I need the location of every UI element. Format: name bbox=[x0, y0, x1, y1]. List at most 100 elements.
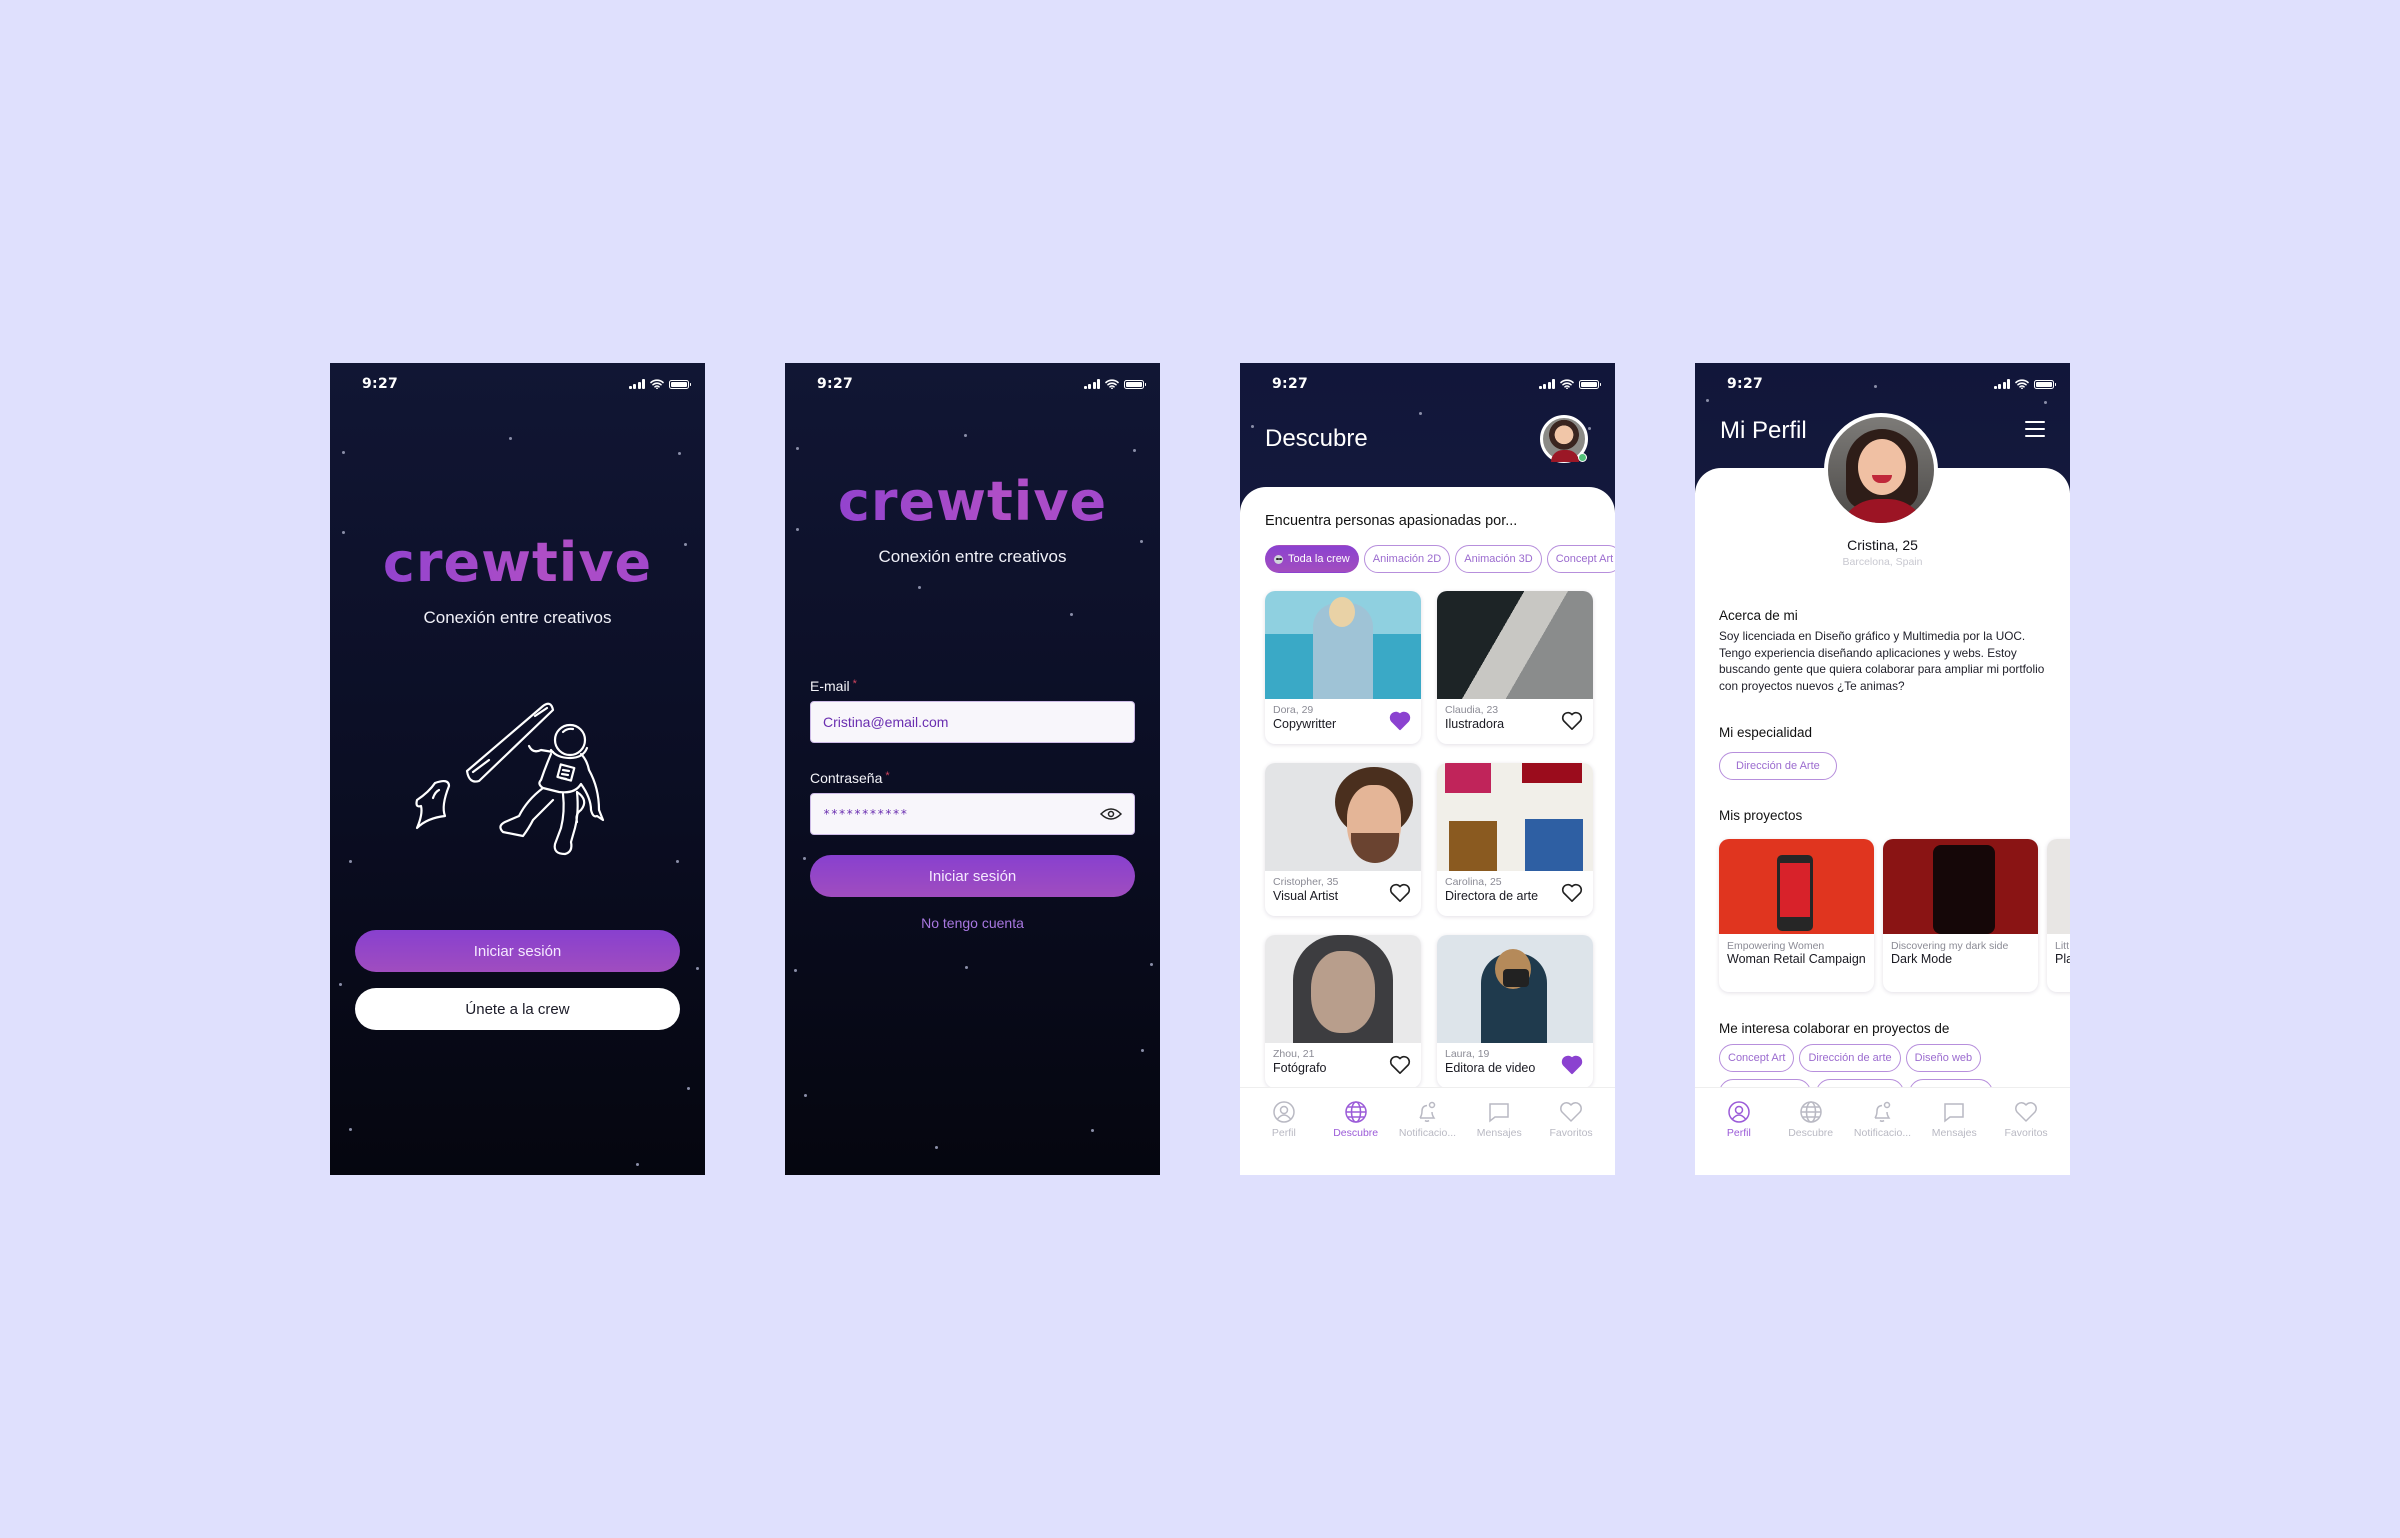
status-bar: 9:27 bbox=[785, 363, 1160, 407]
join-crew-button[interactable]: Únete a la crew bbox=[355, 988, 680, 1030]
nav-label: Favoritos bbox=[2004, 1127, 2048, 1139]
user-icon bbox=[1273, 1101, 1295, 1123]
nav-notificaciones[interactable]: Notificacio... bbox=[1394, 1100, 1460, 1175]
nav-descubre[interactable]: Descubre bbox=[1323, 1100, 1389, 1175]
person-role: Visual Artist bbox=[1273, 889, 1339, 903]
status-bar: 9:27 bbox=[1695, 363, 2070, 407]
nav-label: Descubre bbox=[1333, 1127, 1379, 1139]
project-subtitle: Empowering Women bbox=[1727, 940, 1825, 952]
no-account-link[interactable]: No tengo cuenta bbox=[785, 915, 1160, 931]
wifi-icon bbox=[2015, 379, 2029, 389]
status-time: 9:27 bbox=[1727, 376, 1764, 392]
nav-favoritos[interactable]: Favoritos bbox=[1538, 1100, 1604, 1175]
nav-label: Mensajes bbox=[1476, 1127, 1522, 1139]
person-name-age: Claudia, 23 bbox=[1445, 704, 1499, 716]
chip-animacion-2d[interactable]: Animación 2D bbox=[1363, 545, 1451, 573]
password-field[interactable]: *********** bbox=[810, 793, 1135, 835]
category-chips: Toda la crew Animación 2D Animación 3D C… bbox=[1265, 545, 1615, 573]
battery-icon bbox=[669, 379, 691, 389]
menu-icon[interactable] bbox=[2025, 421, 2045, 437]
nav-perfil[interactable]: Perfil bbox=[1706, 1100, 1772, 1175]
person-card[interactable]: Dora, 29 Copywritter bbox=[1265, 591, 1421, 744]
person-role: Fotógrafo bbox=[1273, 1061, 1327, 1075]
person-photo bbox=[1437, 763, 1593, 871]
eye-icon[interactable] bbox=[1100, 807, 1122, 821]
heart-outline-icon[interactable] bbox=[1389, 883, 1411, 903]
project-card[interactable]: Discovering my dark side Dark Mode bbox=[1883, 839, 2038, 992]
project-card[interactable]: Empowering Women Woman Retail Campaign bbox=[1719, 839, 1874, 992]
project-image bbox=[2047, 839, 2070, 934]
person-role: Directora de arte bbox=[1445, 889, 1539, 903]
login-submit-button[interactable]: Iniciar sesión bbox=[810, 855, 1135, 897]
nav-label: Perfil bbox=[1726, 1127, 1751, 1139]
chip-toda-la-crew[interactable]: Toda la crew bbox=[1265, 545, 1359, 573]
interest-chip[interactable]: Concept Art bbox=[1719, 1044, 1795, 1072]
project-image bbox=[1719, 839, 1874, 934]
chip-concept-art[interactable]: Concept Art bbox=[1546, 545, 1615, 573]
password-value: *********** bbox=[823, 807, 908, 821]
person-role: Ilustradora bbox=[1445, 717, 1505, 731]
login-screen: 9:27 crewtive Conexión entre creativos E… bbox=[785, 363, 1160, 1175]
person-card[interactable]: Carolina, 25 Directora de arte bbox=[1437, 763, 1593, 916]
chip-label: Toda la crew bbox=[1288, 553, 1350, 565]
globe-icon bbox=[1799, 1101, 1822, 1123]
battery-icon bbox=[2034, 379, 2056, 389]
person-card[interactable]: Claudia, 23 Ilustradora bbox=[1437, 591, 1593, 744]
nav-perfil[interactable]: Perfil bbox=[1251, 1100, 1317, 1175]
project-title: Woman Retail Campaign bbox=[1727, 952, 1866, 966]
person-name-age: Laura, 19 bbox=[1445, 1048, 1490, 1060]
interest-chip[interactable]: Diseño web bbox=[1905, 1044, 1982, 1072]
battery-icon bbox=[1124, 379, 1146, 389]
bell-icon bbox=[1419, 1101, 1436, 1122]
chat-icon bbox=[1944, 1103, 1965, 1123]
online-indicator bbox=[1578, 453, 1587, 462]
signal-icon bbox=[1993, 379, 2010, 389]
nav-mensajes[interactable]: Mensajes bbox=[1466, 1100, 1532, 1175]
project-subtitle: Discovering my dark side bbox=[1891, 940, 2009, 952]
heart-outline-icon[interactable] bbox=[1389, 1055, 1411, 1075]
person-card[interactable]: Laura, 19 Editora de video bbox=[1437, 935, 1593, 1088]
specialty-chip[interactable]: Dirección de Arte bbox=[1719, 752, 1837, 780]
project-image bbox=[1883, 839, 2038, 934]
nav-label: Descubre bbox=[1788, 1127, 1834, 1139]
email-field[interactable]: Cristina@email.com bbox=[810, 701, 1135, 743]
person-card[interactable]: Cristopher, 35 Visual Artist bbox=[1265, 763, 1421, 916]
login-button[interactable]: Iniciar sesión bbox=[355, 930, 680, 972]
nav-favoritos[interactable]: Favoritos bbox=[1993, 1100, 2059, 1175]
person-role: Copywritter bbox=[1273, 717, 1337, 731]
status-time: 9:27 bbox=[1272, 376, 1309, 392]
person-photo bbox=[1265, 591, 1421, 699]
chip-animacion-3d[interactable]: Animación 3D bbox=[1455, 545, 1542, 573]
project-card[interactable]: Litt muPla bbox=[2047, 839, 2070, 992]
profile-screen: 9:27 Mi Perfil Cristina, 25 Barcelona, S… bbox=[1695, 363, 2070, 1175]
email-label: E-mail * bbox=[810, 678, 857, 694]
heart-outline-icon[interactable] bbox=[1561, 711, 1583, 731]
heart-outline-icon[interactable] bbox=[1561, 883, 1583, 903]
heart-filled-icon[interactable] bbox=[1561, 1055, 1583, 1075]
nav-mensajes[interactable]: Mensajes bbox=[1921, 1100, 1987, 1175]
required-mark: * bbox=[885, 770, 890, 782]
bottom-nav: Perfil Descubre Notificacio... Mensajes … bbox=[1240, 1087, 1615, 1175]
interest-chip[interactable]: Dirección de arte bbox=[1799, 1044, 1901, 1072]
nav-label: Notificacio... bbox=[1398, 1127, 1457, 1139]
nav-notificaciones[interactable]: Notificacio... bbox=[1849, 1100, 1915, 1175]
specialty-heading: Mi especialidad bbox=[1719, 725, 1813, 740]
tagline: Conexión entre creativos bbox=[423, 608, 612, 627]
project-subtitle: Litt mu bbox=[2055, 940, 2070, 952]
heart-filled-icon[interactable] bbox=[1389, 711, 1411, 731]
person-role: Editora de video bbox=[1445, 1061, 1536, 1075]
app-logo: crewtive bbox=[785, 470, 1160, 533]
status-time: 9:27 bbox=[362, 376, 399, 392]
about-heading: Acerca de mi bbox=[1719, 608, 1798, 623]
person-photo bbox=[1265, 763, 1421, 871]
wifi-icon bbox=[650, 379, 664, 389]
profile-avatar[interactable] bbox=[1824, 413, 1938, 527]
person-card[interactable]: Zhou, 21 Fotógrafo bbox=[1265, 935, 1421, 1088]
bottom-nav: Perfil Descubre Notificacio... Mensajes … bbox=[1695, 1087, 2070, 1175]
user-icon bbox=[1728, 1101, 1750, 1123]
password-label-text: Contraseña bbox=[810, 770, 883, 786]
page-title: Mi Perfil bbox=[1720, 417, 1807, 444]
interests-heading: Me interesa colaborar en proyectos de bbox=[1719, 1021, 1950, 1036]
email-value: Cristina@email.com bbox=[823, 714, 949, 730]
nav-descubre[interactable]: Descubre bbox=[1778, 1100, 1844, 1175]
